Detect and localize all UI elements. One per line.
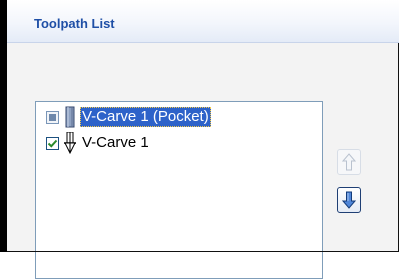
toolpath-list[interactable]: V-Carve 1 (Pocket) V-Carve 1 [35,101,323,279]
toolpath-label[interactable]: V-Carve 1 (Pocket) [80,107,211,127]
move-up-button[interactable] [337,149,361,175]
v-bit-tool-icon [63,132,77,154]
toolpath-list-panel: Toolpath List V-Carve 1 (Pocket) V-Carve… [7,0,399,279]
panel-title: Toolpath List [34,16,115,31]
panel-body: V-Carve 1 (Pocket) V-Carve 1 [7,43,399,279]
arrow-down-icon [342,191,356,209]
toolpath-visible-checkbox[interactable] [46,136,59,150]
window-edge [0,0,7,252]
toolpath-visible-checkbox[interactable] [46,110,59,124]
move-down-button[interactable] [337,187,361,213]
panel-header: Toolpath List [7,0,399,42]
toolpath-row-pocket[interactable]: V-Carve 1 (Pocket) [46,106,211,128]
toolpath-label[interactable]: V-Carve 1 [80,133,151,153]
pocket-tool-icon [63,106,77,128]
toolpath-row-vcarve[interactable]: V-Carve 1 [46,132,151,154]
arrow-up-icon [342,153,356,171]
